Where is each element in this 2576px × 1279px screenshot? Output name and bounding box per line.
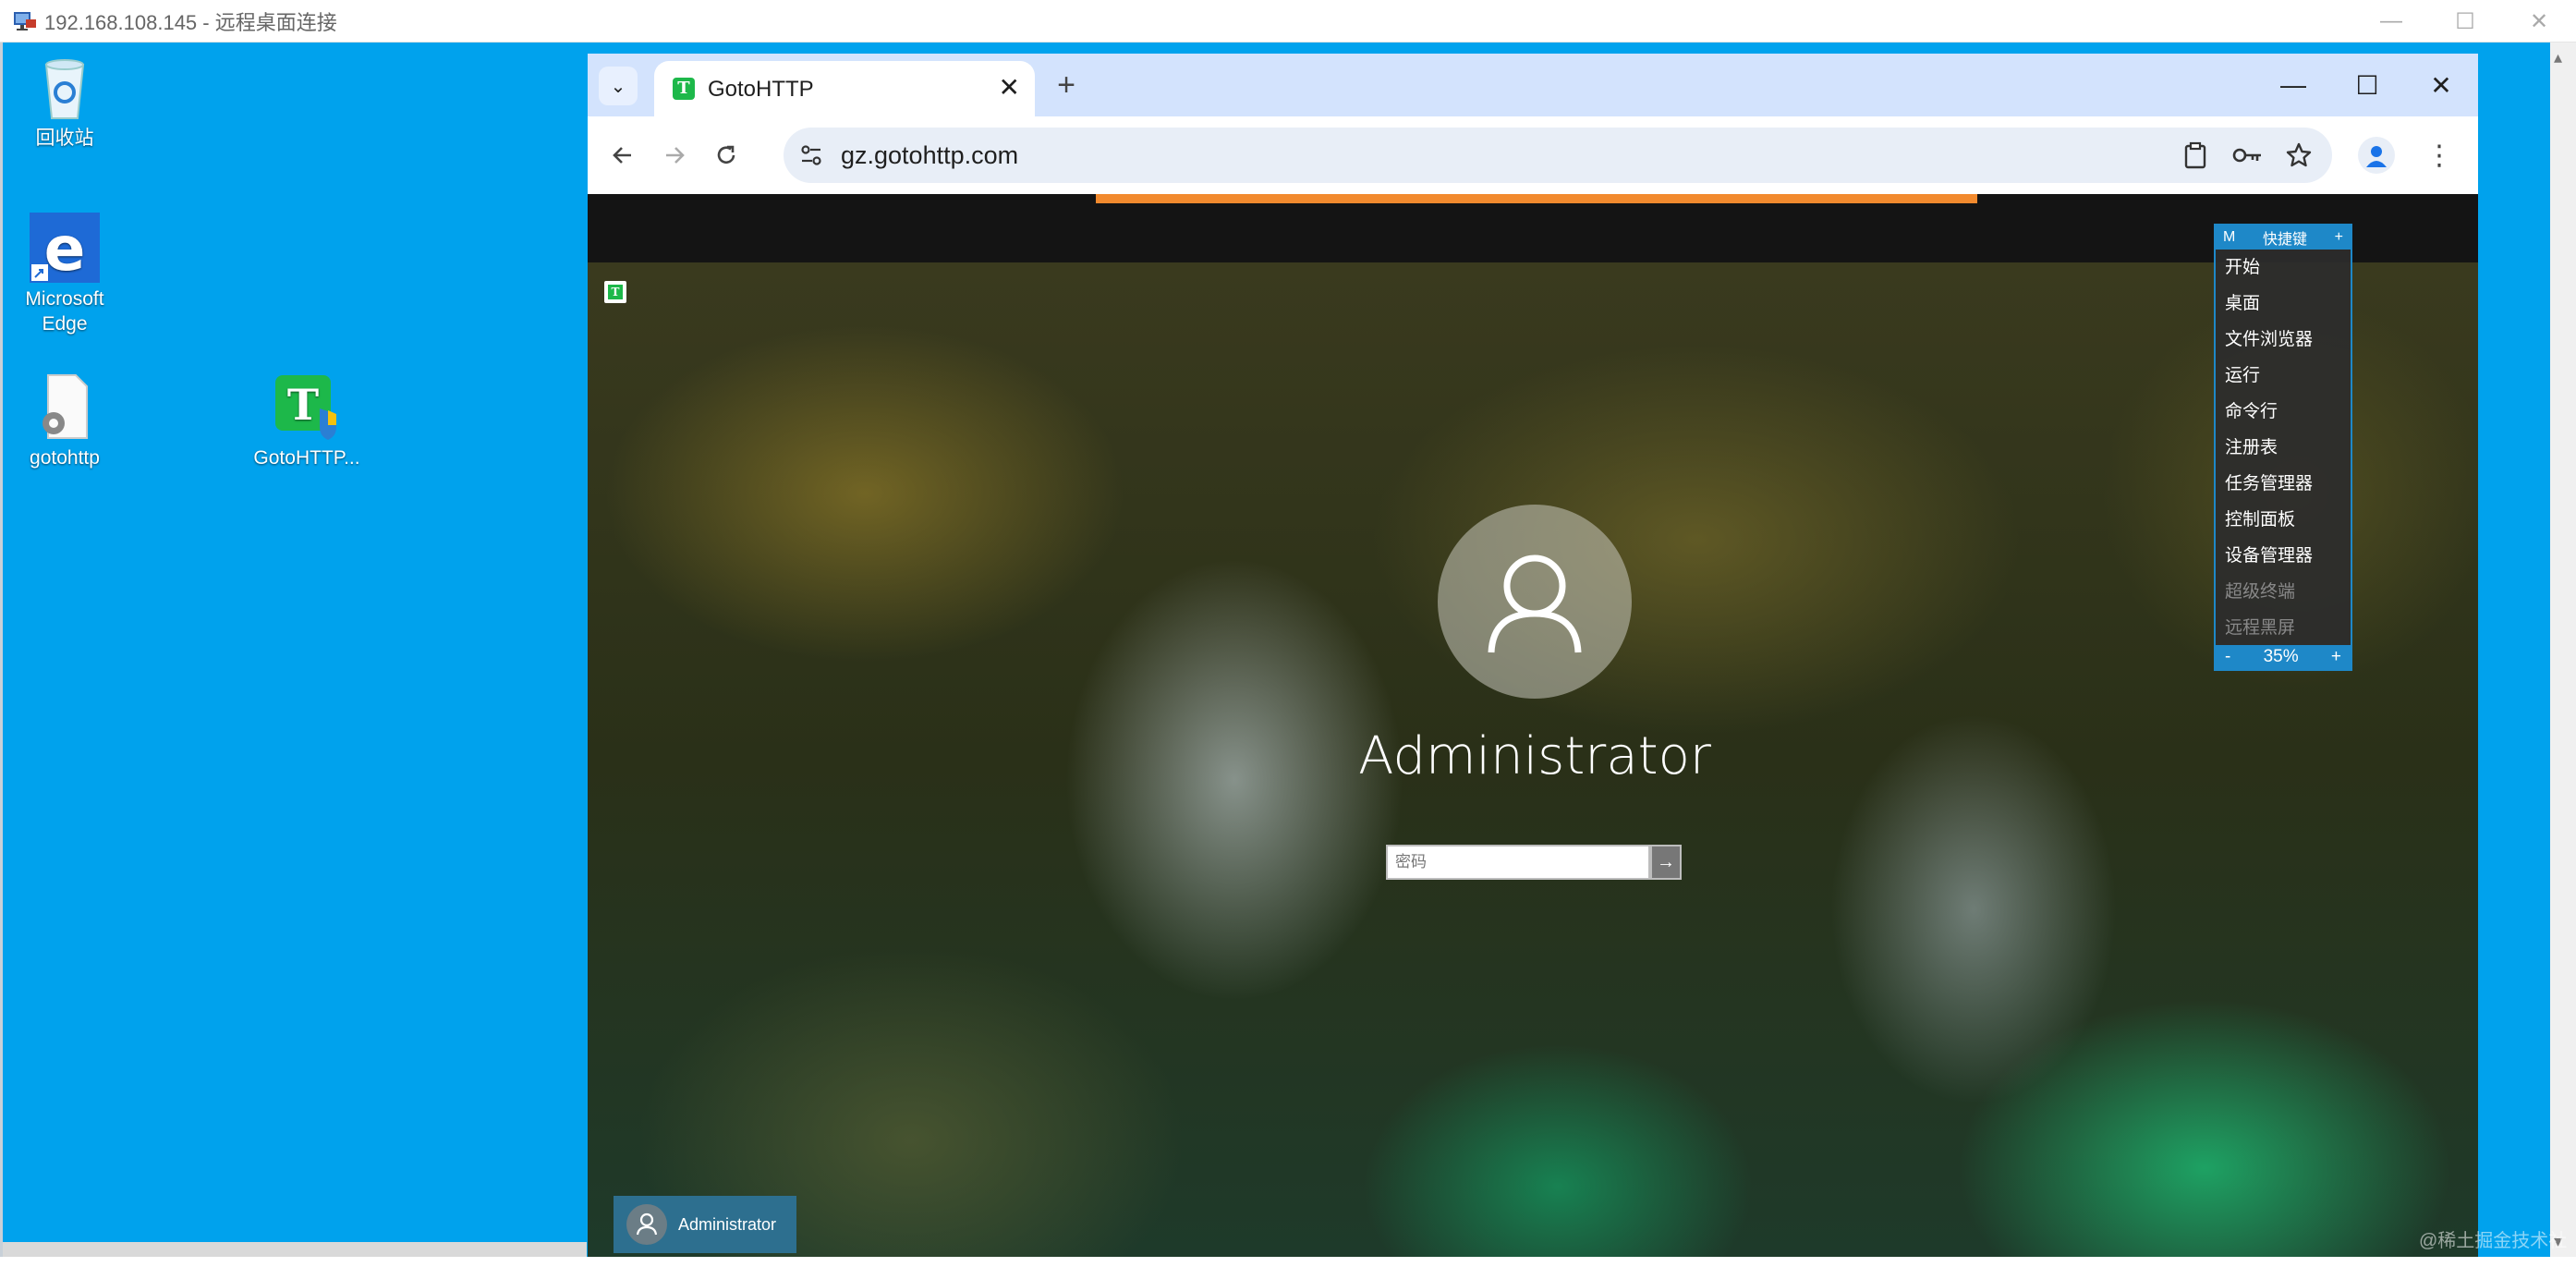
rdp-restore-button[interactable]: ☐ (2428, 0, 2502, 43)
browser-maximize-button[interactable]: ☐ (2330, 61, 2404, 109)
svg-text:T: T (287, 380, 319, 430)
shortcut-desktop[interactable]: 桌面 (2216, 286, 2351, 322)
new-tab-button[interactable]: + (1046, 65, 1087, 105)
forward-arrow-icon[interactable] (654, 135, 695, 176)
shortcut-remote-blackscreen: 远程黑屏 (2225, 618, 2296, 638)
shortcut-panel-title: 快捷键 (2262, 232, 2307, 248)
browser-toolbar: gz.gotohttp.com ⋮ (588, 116, 2478, 194)
shortcut-device-manager[interactable]: 设备管理器 (2216, 538, 2351, 574)
rdp-minimize-button[interactable]: — (2354, 0, 2428, 43)
shortcut-run[interactable]: 运行 (2216, 358, 2351, 394)
password-field[interactable] (1386, 845, 1650, 880)
zoom-level: 35% (2263, 647, 2299, 666)
desktop-icon-label: gotohttp (30, 447, 100, 469)
url-text[interactable]: gz.gotohttp.com (841, 141, 1018, 170)
gotohttp-favicon-icon: T (673, 78, 695, 100)
browser-menu-icon[interactable]: ⋮ (2423, 135, 2456, 176)
desktop-icon-recycle-bin[interactable]: 回收站 (0, 52, 129, 151)
scroll-up-icon[interactable]: ▴ (2554, 48, 2562, 67)
remote-desktop-icon (13, 10, 37, 32)
desktop-icon-label: 回收站 (35, 128, 94, 149)
shortcut-panel-header[interactable]: M 快捷键 + (2216, 225, 2351, 250)
submit-arrow-button[interactable]: → (1650, 845, 1682, 880)
reload-icon[interactable] (706, 135, 747, 176)
shortcut-task-manager[interactable]: 任务管理器 (2216, 466, 2351, 502)
desktop-icon-gotohttp-config[interactable]: gotohttp (0, 372, 129, 470)
user-tile-avatar-icon (626, 1204, 667, 1245)
zoom-in-button[interactable]: + (2331, 647, 2341, 667)
password-key-icon[interactable] (2229, 137, 2266, 174)
gotohttp-app-icon: T (272, 372, 342, 442)
site-settings-icon[interactable] (798, 142, 824, 168)
remote-vertical-scrollbar[interactable]: ▴ ▾ (2550, 43, 2576, 1257)
back-arrow-icon[interactable] (602, 135, 643, 176)
user-switch-tile[interactable]: Administrator (614, 1196, 796, 1253)
user-avatar-icon (1438, 505, 1632, 699)
tab-strip: ⌄ T GotoHTTP ✕ + — ☐ ✕ (588, 54, 2478, 116)
desktop-icon-edge[interactable]: e Microsoft Edge (0, 213, 129, 336)
desktop-icon-label: GotoHTTP... (253, 447, 360, 469)
recycle-bin-icon (30, 52, 100, 122)
remote-horizontal-scrollbar[interactable] (3, 1242, 587, 1257)
edge-icon: e (30, 213, 100, 285)
zoom-out-button[interactable]: - (2225, 647, 2230, 667)
address-bar[interactable]: gz.gotohttp.com (784, 128, 2332, 183)
tab-gotohttp[interactable]: T GotoHTTP ✕ (654, 61, 1035, 116)
mode-toggle[interactable]: M (2223, 229, 2235, 246)
gotohttp-badge-icon[interactable]: T (604, 281, 626, 303)
svg-text:e: e (44, 213, 86, 283)
shortcut-file-explorer[interactable]: 文件浏览器 (2216, 322, 2351, 358)
tab-close-icon[interactable]: ✕ (999, 72, 1020, 103)
browser-minimize-button[interactable]: — (2256, 61, 2330, 109)
zoom-control: - 35% + (2216, 645, 2351, 669)
login-username: Administrator (1358, 726, 1711, 786)
shortcut-super-terminal: 超级终端 (2225, 582, 2296, 602)
rdp-close-button[interactable]: ✕ (2502, 0, 2576, 43)
remote-login-screen[interactable]: T Administrator → Administrator (588, 262, 2478, 1257)
browser-close-button[interactable]: ✕ (2404, 61, 2478, 109)
chevron-down-icon: ⌄ (610, 76, 626, 97)
shortcut-panel: M 快捷键 + 开始 桌面 文件浏览器 运行 命令行 注册表 任务管理器 控制面… (2214, 224, 2352, 671)
desktop-icon-gotohttp-app[interactable]: T GotoHTTP... (242, 372, 371, 470)
settings-file-icon (30, 372, 100, 442)
tab-title: GotoHTTP (708, 77, 814, 102)
expand-button[interactable]: + (2335, 229, 2343, 246)
bookmark-star-icon[interactable] (2280, 137, 2317, 174)
page-viewport: T Administrator → Administrator M 快捷键 + … (588, 194, 2478, 1257)
desktop-icon-label: Microsoft Edge (25, 288, 104, 335)
profile-avatar-icon[interactable] (2358, 137, 2395, 174)
shortcut-registry[interactable]: 注册表 (2216, 430, 2351, 466)
watermark: @稀土掘金技术社区 (2419, 1231, 2568, 1278)
orange-accent-bar (1096, 194, 1977, 203)
shortcut-control-panel[interactable]: 控制面板 (2216, 502, 2351, 538)
rdp-window-title: 192.168.108.145 - 远程桌面连接 (44, 10, 337, 34)
shortcut-start[interactable]: 开始 (2216, 250, 2351, 286)
clipboard-icon[interactable] (2177, 137, 2214, 174)
user-tile-name: Administrator (678, 1214, 777, 1234)
browser-window: ⌄ T GotoHTTP ✕ + — ☐ ✕ gz.gotohttp.com ⋮… (588, 54, 2478, 1257)
rdp-titlebar: 192.168.108.145 - 远程桌面连接 — ☐ ✕ (0, 0, 2576, 43)
tab-search-button[interactable]: ⌄ (599, 67, 638, 105)
password-input[interactable] (1388, 847, 1648, 878)
shortcut-command-line[interactable]: 命令行 (2216, 394, 2351, 430)
